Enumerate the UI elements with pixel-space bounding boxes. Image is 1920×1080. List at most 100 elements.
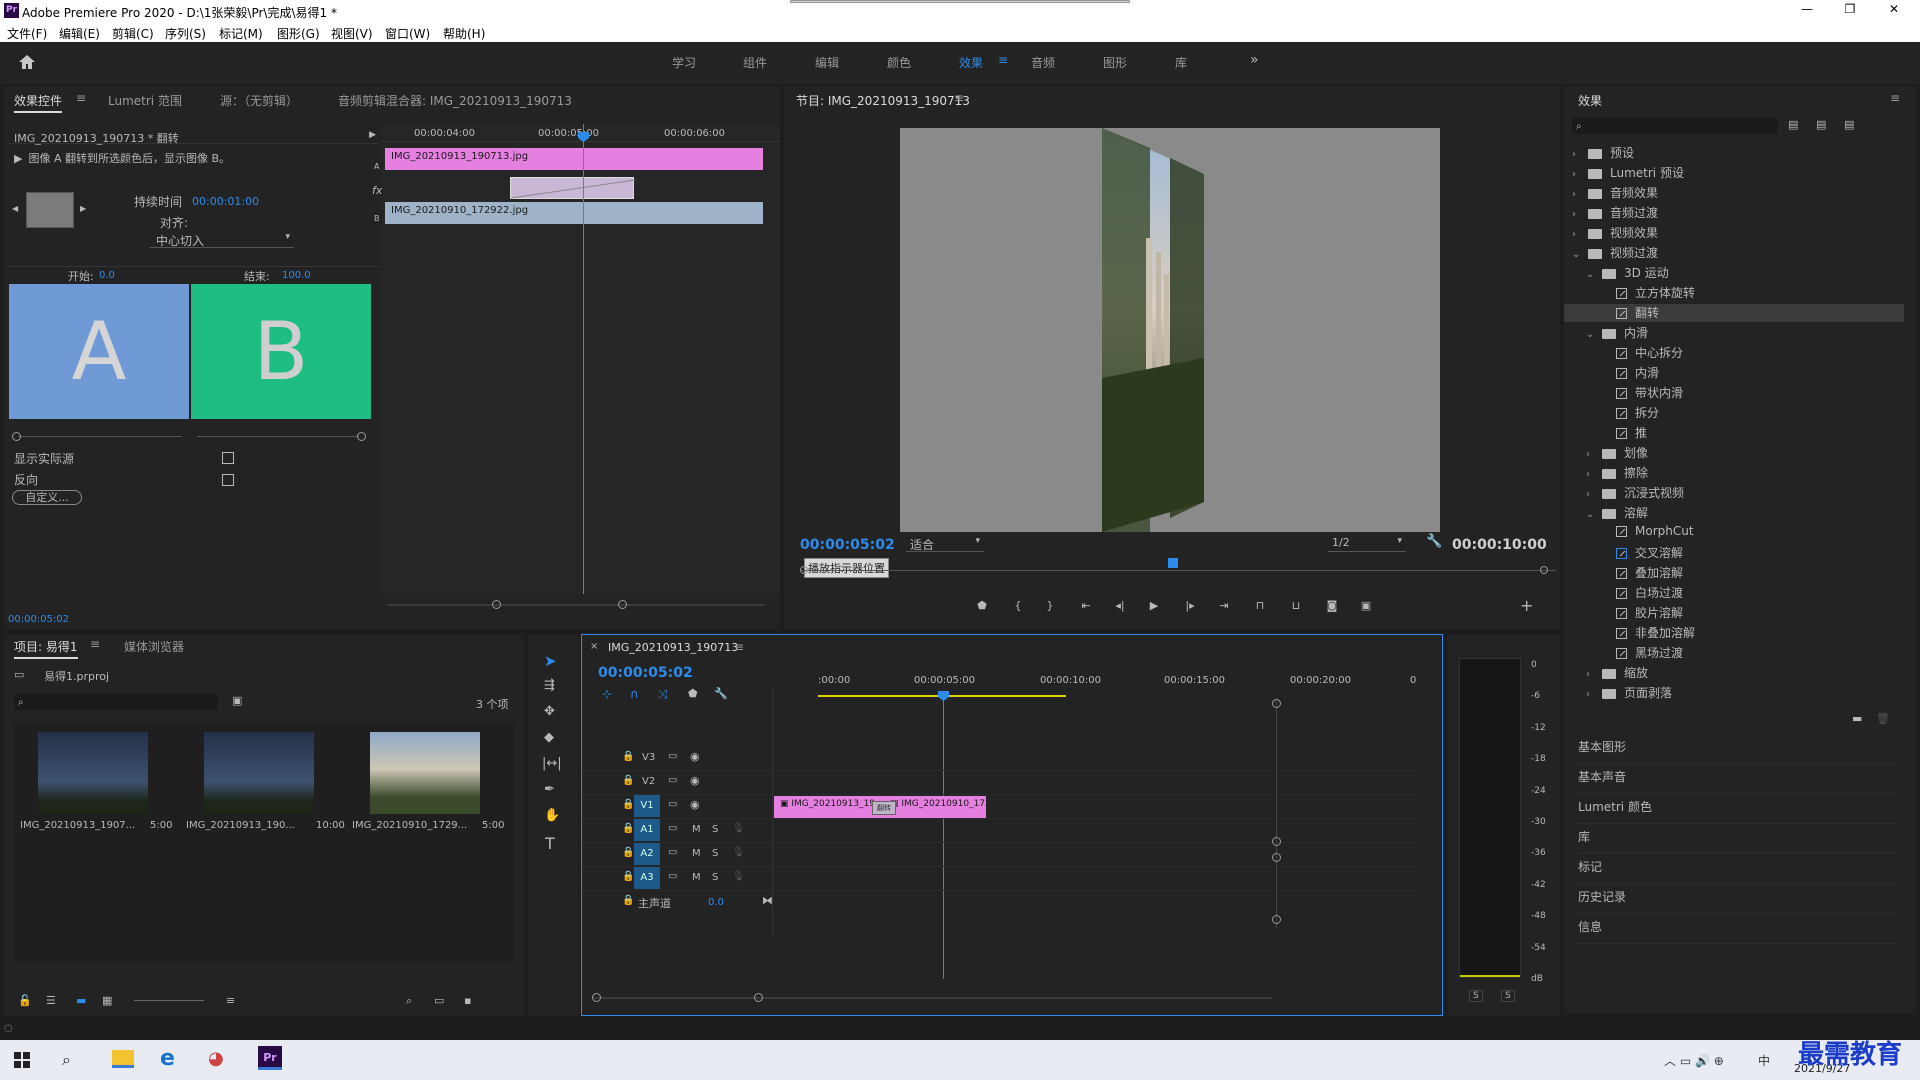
icon-view-icon[interactable]: ▬ [76, 994, 86, 1007]
chevron-down-icon[interactable]: ⌄ [1586, 329, 1596, 340]
mute-button[interactable]: M [692, 872, 701, 883]
go-to-out-icon[interactable]: ⇥ [1216, 598, 1232, 614]
effects-folder[interactable]: › 缩放 [1564, 664, 1904, 682]
effects-search-input[interactable]: ⌕ [1572, 118, 1778, 134]
track-label[interactable]: V3 [642, 752, 655, 763]
linked-selection-icon[interactable]: ∩ [630, 687, 639, 701]
freeform-view-icon[interactable]: ▦ [102, 994, 112, 1007]
panel-menu-icon[interactable]: ≡ [954, 91, 964, 105]
end-value[interactable]: 100.0 [282, 270, 311, 281]
effects-folder[interactable]: ⌄ 3D 运动 [1564, 264, 1904, 282]
search-icon[interactable]: ⌕ [62, 1050, 71, 1070]
chevron-right-icon[interactable]: › [1572, 169, 1582, 180]
menu-clip[interactable]: 剪辑(C) [112, 25, 154, 42]
effects-folder[interactable]: › 擦除 [1564, 464, 1904, 482]
effects-folder[interactable]: › 页面剥落 [1564, 684, 1904, 702]
ime-indicator[interactable]: 中 [1758, 1052, 1770, 1069]
reverse-checkbox[interactable] [222, 474, 234, 486]
paint-icon[interactable]: ◕ [208, 1048, 224, 1069]
align-select[interactable]: 中心切入 ▾ [150, 232, 294, 248]
panel-menu-icon[interactable]: ≡ [76, 91, 86, 105]
mic-icon[interactable]: 🎙 [732, 871, 745, 882]
track-label[interactable]: V1 [634, 795, 660, 817]
step-forward-icon[interactable]: |▸ [1182, 598, 1198, 614]
solo-button[interactable]: S [712, 848, 718, 859]
workspace-tab-color[interactable]: 颜色 [887, 54, 911, 71]
workspace-tab-graphics[interactable]: 图形 [1103, 54, 1127, 71]
workspace-menu-icon[interactable]: ≡ [998, 53, 1008, 67]
project-item[interactable]: IMG_20210913_1907... 5:00 [20, 728, 176, 832]
mark-in-icon[interactable]: { [1010, 598, 1026, 614]
file-explorer-icon[interactable] [112, 1050, 134, 1068]
effect-item[interactable]: 中心拆分 [1564, 344, 1904, 362]
timeline-hscroll[interactable] [592, 993, 1272, 1003]
workspace-tab-learn[interactable]: 学习 [672, 54, 696, 71]
wrench-icon[interactable]: 🔧 [714, 687, 728, 700]
play-icon[interactable]: ▶ [1146, 598, 1162, 614]
mark-out-icon[interactable]: } [1042, 598, 1058, 614]
workspace-tab-libraries[interactable]: 库 [1175, 54, 1187, 71]
effect-item[interactable]: MorphCut [1564, 524, 1904, 542]
effect-item[interactable]: 推 [1564, 424, 1904, 442]
chevron-right-icon[interactable]: › [1586, 449, 1596, 460]
wrench-icon[interactable]: 🔧 [1426, 534, 1442, 549]
duration-value[interactable]: 00:00:01:00 [192, 195, 259, 208]
eye-icon[interactable]: ◉ [690, 798, 700, 811]
side-panel-lumetri-color[interactable]: Lumetri 颜色 [1578, 798, 1898, 824]
menu-file[interactable]: 文件(F) [7, 25, 47, 42]
workspace-tab-editing[interactable]: 编辑 [815, 54, 839, 71]
marker-icon[interactable]: ⬟ [688, 687, 698, 700]
master-value[interactable]: 0.0 [708, 897, 724, 908]
pen-tool-icon[interactable]: ✒ [544, 782, 555, 797]
chevron-right-icon[interactable]: › [1572, 149, 1582, 160]
workspace-more-icon[interactable]: » [1250, 52, 1259, 68]
workspace-tab-assembly[interactable]: 组件 [743, 54, 767, 71]
chevron-down-icon[interactable]: ⌄ [1586, 269, 1596, 280]
yuv-effects-icon[interactable]: ▤ [1844, 118, 1854, 131]
panel-menu-icon[interactable]: ≡ [734, 640, 744, 654]
effect-item[interactable]: 非叠加溶解 [1564, 624, 1904, 642]
32bit-effects-icon[interactable]: ▤ [1816, 118, 1826, 131]
project-item[interactable]: IMG_20210910_1729... 5:00 [352, 728, 508, 832]
chevron-right-icon[interactable]: › [1586, 469, 1596, 480]
effects-folder[interactable]: › 音频效果 [1564, 184, 1904, 202]
selection-tool-icon[interactable]: ➤ [544, 652, 557, 670]
menu-help[interactable]: 帮助(H) [443, 25, 485, 42]
side-panel-history[interactable]: 历史记录 [1578, 888, 1898, 914]
timeline-transition[interactable]: 翻转 [872, 801, 896, 815]
sync-lock-icon[interactable]: ▭ [668, 775, 677, 786]
eye-icon[interactable]: ◉ [690, 750, 700, 763]
lift-icon[interactable]: ⊓ [1252, 598, 1268, 614]
step-back-icon[interactable]: ◂| [1112, 598, 1128, 614]
side-panel-info[interactable]: 信息 [1578, 918, 1898, 944]
hand-tool-icon[interactable]: ✋ [544, 808, 560, 823]
accelerated-effects-icon[interactable]: ▤ [1788, 118, 1798, 131]
timeline-vscroll[interactable] [1272, 699, 1282, 929]
solo-button[interactable]: S [712, 824, 718, 835]
track-label[interactable]: A3 [634, 867, 660, 889]
effects-folder[interactable]: › 音频过渡 [1564, 204, 1904, 222]
lock-icon[interactable]: 🔒 [622, 847, 634, 858]
lock-icon[interactable]: 🔒 [622, 823, 634, 834]
ec-playhead[interactable] [583, 124, 584, 594]
sort-icon[interactable]: ≡ [226, 994, 235, 1007]
compare-icon[interactable]: ▣ [1358, 598, 1374, 614]
sync-lock-icon[interactable]: ▭ [668, 799, 677, 810]
side-panel-essential-sound[interactable]: 基本声音 [1578, 768, 1898, 794]
effect-item[interactable]: 内滑 [1564, 364, 1904, 382]
new-bin-icon[interactable]: ▭ [434, 994, 444, 1007]
project-item[interactable]: IMG_20210913_190... 10:00 [186, 728, 345, 832]
go-to-in-icon[interactable]: ⇤ [1078, 598, 1094, 614]
chevron-down-icon[interactable]: ⌄ [1572, 249, 1582, 260]
effects-folder[interactable]: ⌄ 溶解 [1564, 504, 1904, 522]
extract-icon[interactable]: ⊔ [1288, 598, 1304, 614]
timeline-clip-2[interactable]: ▣ IMG_20210910_172 [884, 796, 986, 818]
ec-clip-a[interactable]: IMG_20210913_190713.jpg [385, 148, 763, 170]
premiere-taskbar-icon[interactable]: Pr [258, 1046, 282, 1070]
add-marker-icon[interactable]: ⬟ [974, 598, 990, 614]
side-panel-markers[interactable]: 标记 [1578, 858, 1898, 884]
razor-tool-icon[interactable]: ◆ [544, 730, 554, 745]
minimize-button[interactable]: — [1795, 2, 1819, 16]
resolution-select[interactable]: 1/2 ▾ [1328, 536, 1406, 552]
menu-window[interactable]: 窗口(W) [385, 25, 430, 42]
